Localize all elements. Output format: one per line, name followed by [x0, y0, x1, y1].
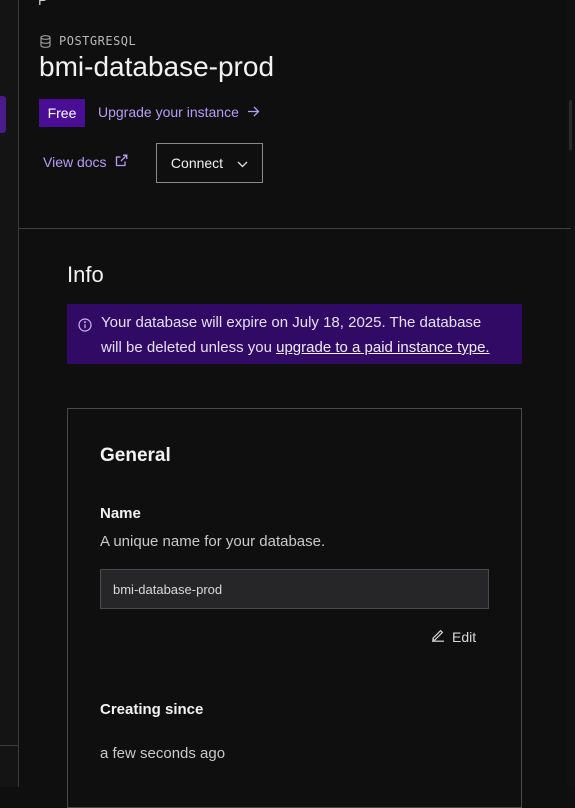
notice-line-2: will be deleted unless you upgrade to a …	[101, 335, 512, 360]
sidebar-active-indicator[interactable]	[0, 96, 6, 133]
external-link-icon	[115, 154, 128, 170]
chevron-down-icon	[237, 155, 248, 171]
database-icon	[40, 34, 51, 48]
plan-badge: Free	[39, 99, 85, 127]
creating-since-label: Creating since	[100, 701, 204, 718]
connect-button-label: Connect	[170, 155, 224, 171]
engine-label-row: POSTGRESQL	[40, 34, 136, 48]
name-field-label: Name	[100, 505, 141, 522]
expiration-notice: Your database will expire on July 18, 20…	[67, 304, 522, 364]
header-divider	[19, 228, 571, 229]
page-title: bmi-database-prod	[39, 51, 275, 82]
database-name-input[interactable]	[100, 569, 489, 609]
general-settings-card: General Name A unique name for your data…	[67, 408, 522, 808]
engine-label: POSTGRESQL	[59, 34, 137, 48]
upgrade-link-label: Upgrade your instance	[98, 104, 239, 120]
database-header: POSTGRESQL bmi-database-prod Free Upgrad…	[19, 0, 571, 228]
view-docs-link[interactable]: View docs	[43, 154, 128, 170]
notice-line-2-text: will be deleted unless you	[101, 339, 277, 356]
info-circle-icon	[78, 315, 92, 340]
info-section-title: Info	[67, 262, 104, 287]
notice-line-1: Your database will expire on July 18, 20…	[101, 314, 482, 331]
sidebar-divider	[0, 745, 19, 746]
edit-button-label: Edit	[452, 628, 477, 645]
name-field-help: A unique name for your database.	[100, 533, 326, 550]
general-section-title: General	[100, 445, 171, 466]
sidebar	[0, 0, 19, 787]
upgrade-paid-instance-link[interactable]: upgrade to a paid instance type.	[276, 339, 490, 356]
edit-name-button[interactable]: Edit	[431, 628, 476, 645]
creating-since-value: a few seconds ago	[100, 745, 226, 762]
arrow-right-icon	[247, 104, 260, 120]
view-docs-label: View docs	[43, 154, 107, 170]
connect-button[interactable]: Connect	[156, 143, 263, 183]
upgrade-instance-link[interactable]: Upgrade your instance	[98, 104, 260, 120]
pencil-icon	[431, 628, 445, 645]
